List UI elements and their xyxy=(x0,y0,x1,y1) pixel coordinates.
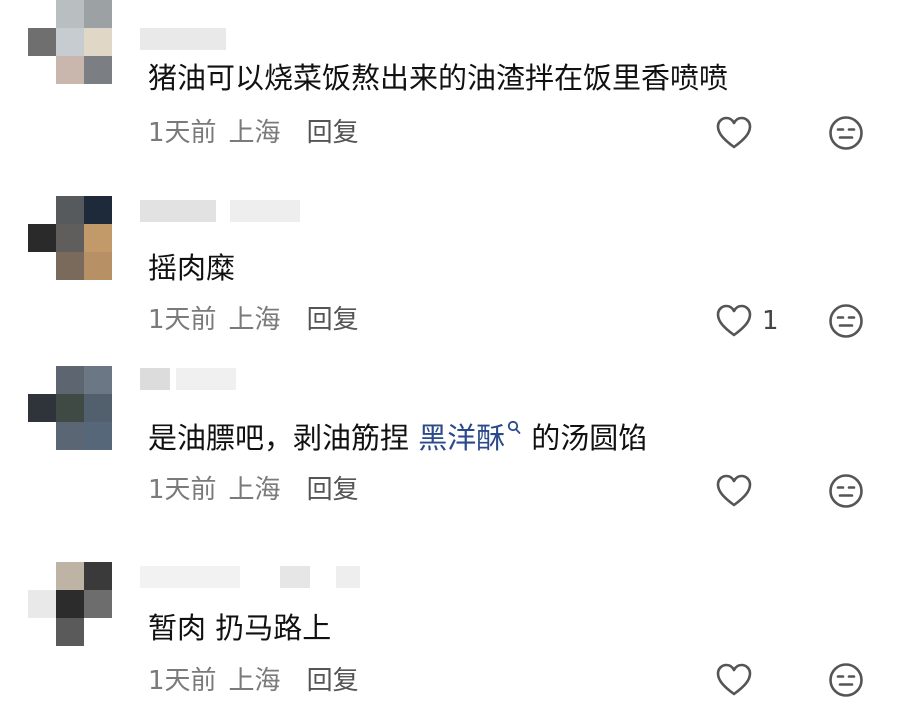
avatar[interactable] xyxy=(28,562,112,646)
comment-text-part: 是油膘吧，剥油筋捏 xyxy=(148,421,419,455)
comment-text: 暂肉 扔马路上 xyxy=(148,611,332,645)
comment-location: 上海 xyxy=(228,118,281,148)
dislike-button[interactable] xyxy=(828,473,864,509)
comment-location: 上海 xyxy=(228,305,281,335)
like-count: 1 xyxy=(762,306,779,336)
heart-icon xyxy=(716,116,752,149)
avatar[interactable] xyxy=(28,196,112,280)
like-button[interactable] xyxy=(716,473,762,509)
search-link[interactable]: 黑洋酥 xyxy=(418,421,505,455)
comment-text: 摇肉糜 xyxy=(148,251,236,285)
meh-face-icon xyxy=(829,304,863,338)
comment-time: 1天前 xyxy=(148,475,217,505)
comment-time: 1天前 xyxy=(148,118,217,148)
reply-button[interactable]: 回复 xyxy=(307,118,359,148)
comment-time: 1天前 xyxy=(148,305,217,335)
comment-location: 上海 xyxy=(228,666,281,696)
comment-text: 猪油可以烧菜饭熬出来的油渣拌在饭里香喷喷 xyxy=(148,61,729,95)
meh-face-icon xyxy=(829,663,863,697)
comment-feed: 猪油可以烧菜饭熬出来的油渣拌在饭里香喷喷 1天前 上海 回复 摇肉糜 1天前 上… xyxy=(0,0,900,718)
comment-meta: 1天前 上海 回复 xyxy=(148,116,359,150)
dislike-button[interactable] xyxy=(828,115,864,151)
like-button[interactable] xyxy=(716,115,762,151)
reply-button[interactable]: 回复 xyxy=(307,305,359,335)
reply-button[interactable]: 回复 xyxy=(307,666,359,696)
avatar[interactable] xyxy=(28,0,112,84)
heart-icon xyxy=(716,304,752,337)
like-button[interactable] xyxy=(716,662,762,698)
dislike-button[interactable] xyxy=(828,303,864,339)
meh-face-icon xyxy=(829,116,863,150)
comment-meta: 1天前 上海 回复 xyxy=(148,664,359,698)
dislike-button[interactable] xyxy=(828,662,864,698)
search-icon[interactable] xyxy=(507,420,521,440)
like-button[interactable]: 1 xyxy=(716,303,779,339)
comment-location: 上海 xyxy=(228,475,281,505)
comment-meta: 1天前 上海 回复 xyxy=(148,303,359,337)
comment-time: 1天前 xyxy=(148,666,217,696)
comment-text-part: 的汤圆馅 xyxy=(531,421,648,455)
comment-text: 是油膘吧，剥油筋捏 黑洋酥 的汤圆馅 xyxy=(148,418,647,458)
meh-face-icon xyxy=(829,474,863,508)
reply-button[interactable]: 回复 xyxy=(307,475,359,505)
heart-icon xyxy=(716,663,752,696)
comment-meta: 1天前 上海 回复 xyxy=(148,473,359,507)
heart-icon xyxy=(716,474,752,507)
avatar[interactable] xyxy=(28,366,112,450)
